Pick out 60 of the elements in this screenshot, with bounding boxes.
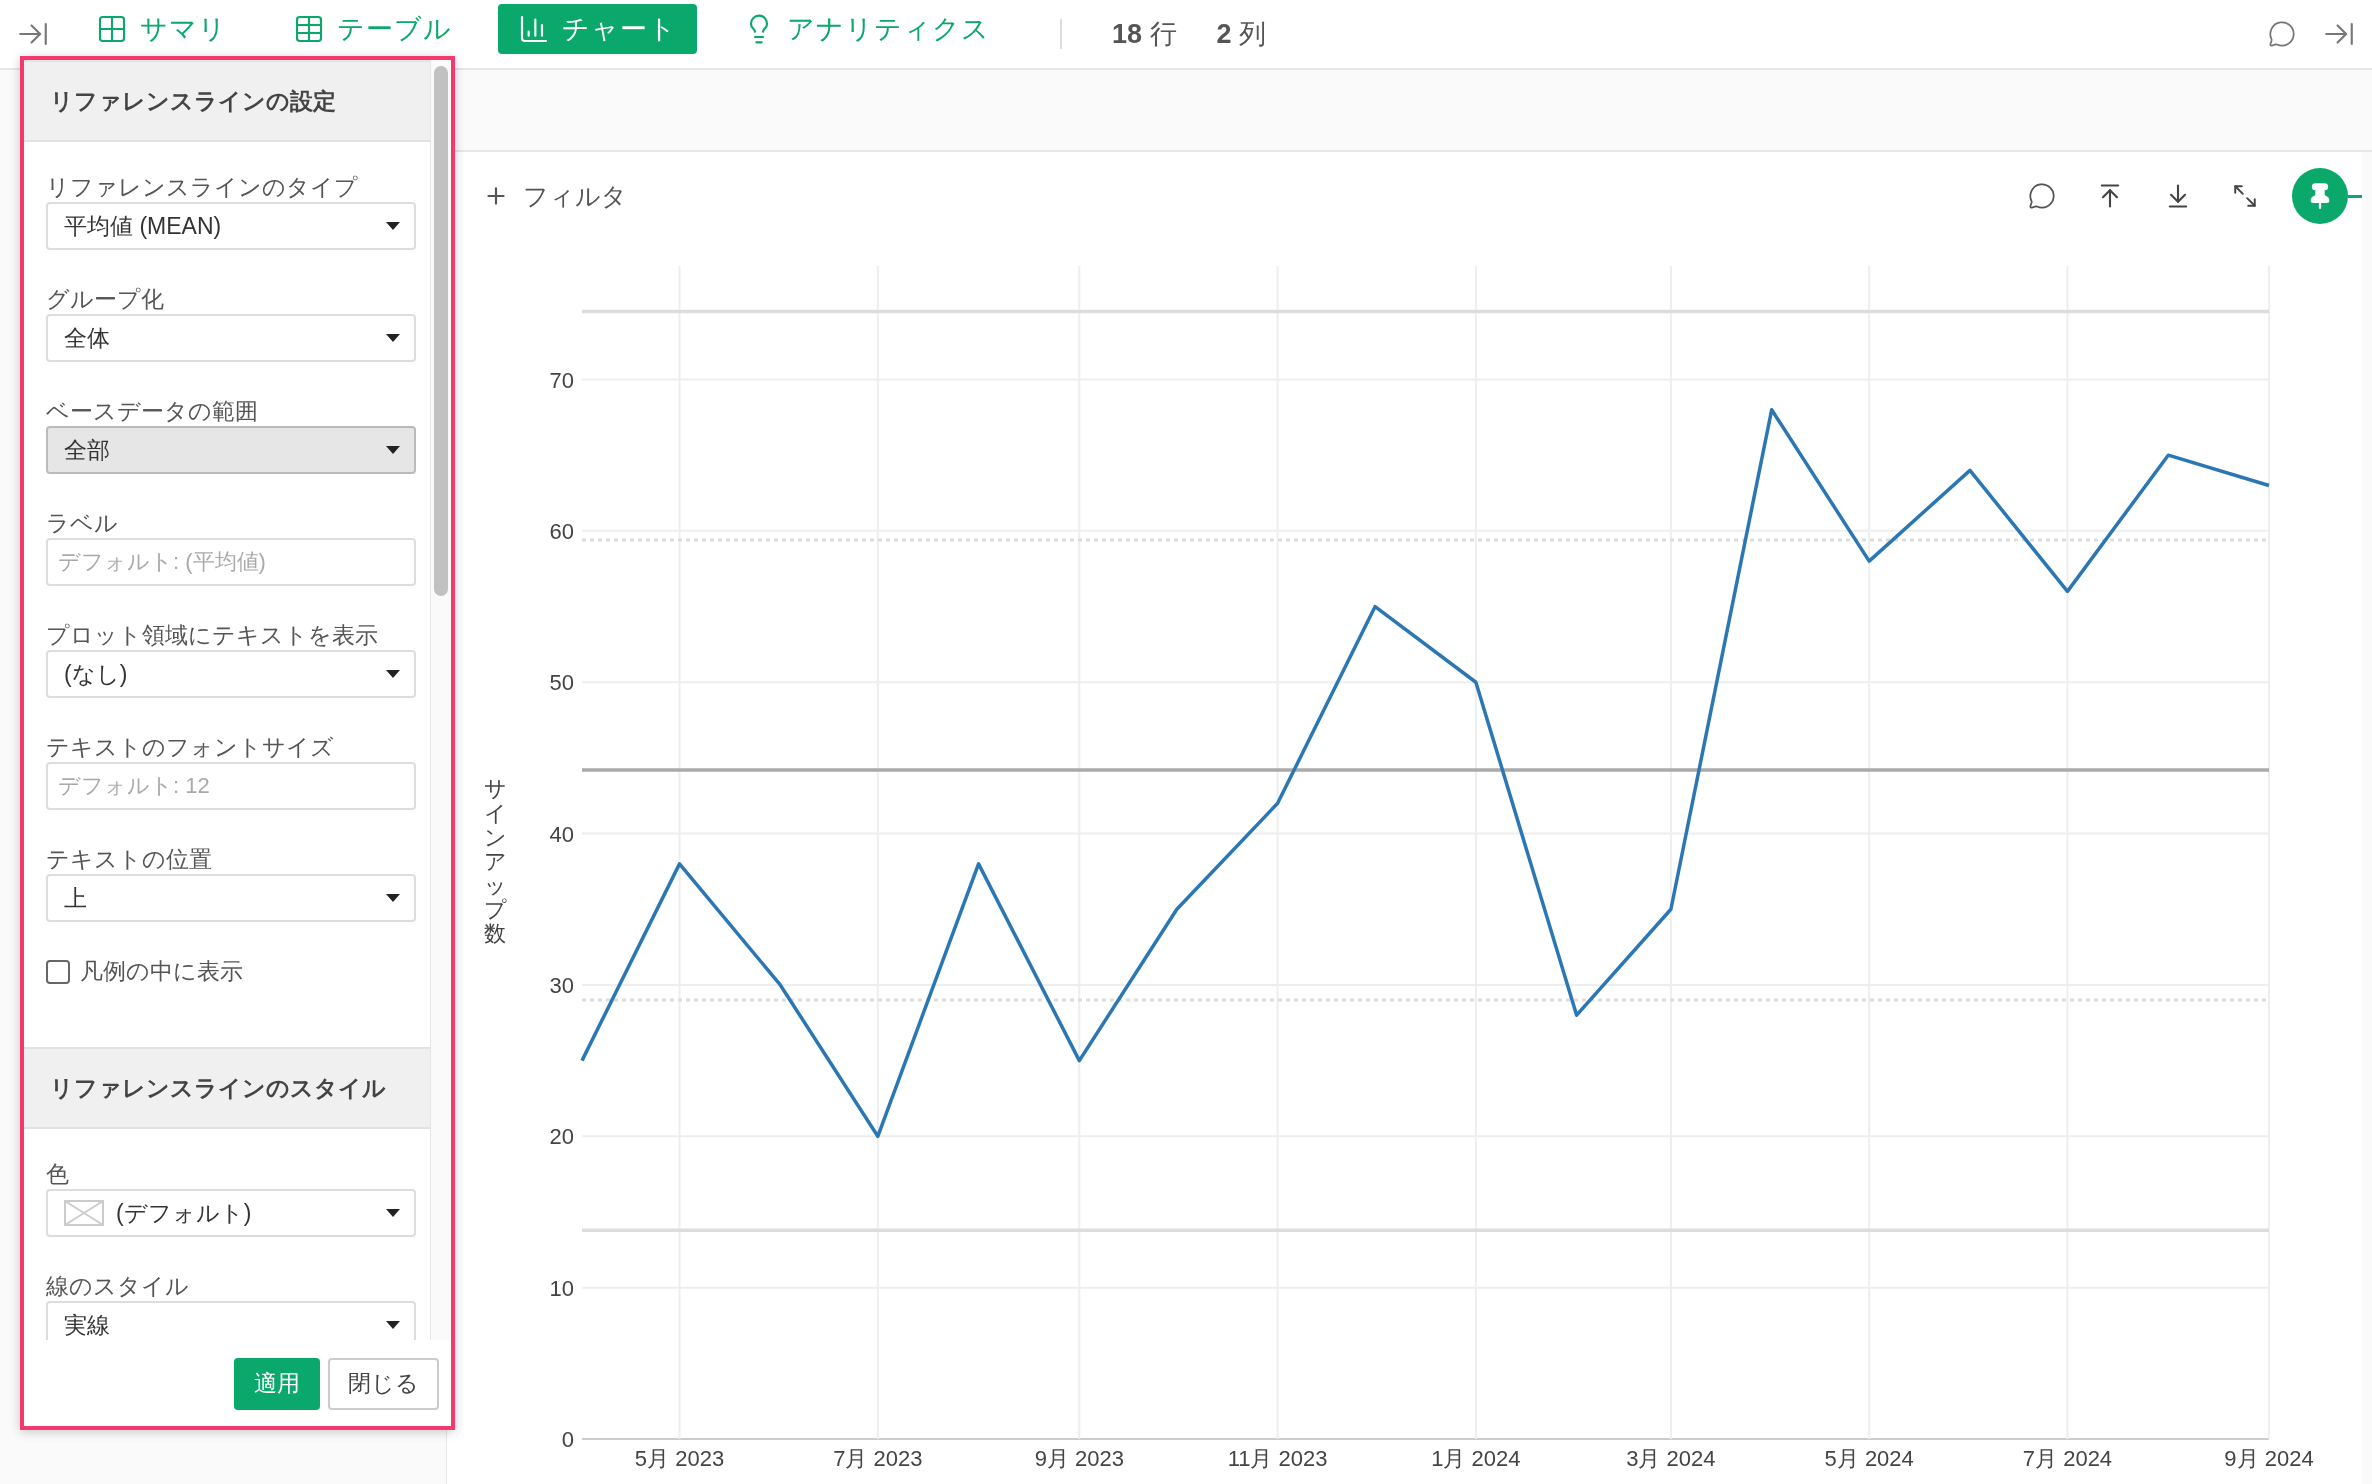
caret-icon [386, 1321, 400, 1329]
x-tick-label: 9月 2024 [2224, 1446, 2314, 1471]
field-label: テキストのフォントサイズ [46, 733, 335, 762]
y-tick-label: 70 [549, 367, 574, 393]
x-tick-label: 11月 2023 [1227, 1446, 1328, 1471]
y-tick-label: 20 [549, 1124, 574, 1150]
row-count: 18 行 [1112, 18, 1177, 51]
field-label: ラベル [46, 509, 119, 538]
section-title: リファレンスラインのスタイル [50, 1073, 386, 1103]
y-tick-label: 30 [549, 972, 574, 998]
caret-icon [386, 1209, 400, 1217]
input-field[interactable]: デフォルト: 12 [46, 762, 416, 810]
filter-button[interactable]: フィルタ [483, 179, 627, 213]
dropdown[interactable]: 平均値 (MEAN) [46, 202, 416, 250]
y-axis-label: サインアップ数 [483, 777, 506, 947]
dropdown[interactable]: 全部 [46, 426, 416, 474]
input-field[interactable]: デフォルト: (平均値) [46, 538, 416, 586]
dropdown[interactable]: (デフォルト) [46, 1189, 416, 1237]
y-tick-label: 40 [549, 821, 574, 847]
x-tick-label: 5月 2023 [634, 1446, 725, 1471]
bar-chart-icon [518, 13, 550, 45]
scrollbar-thumb[interactable] [434, 66, 448, 596]
caret-icon [386, 446, 400, 454]
y-tick-label: 60 [549, 518, 574, 544]
column-count: 2 列 [1216, 18, 1267, 51]
dropdown[interactable]: 実線 [46, 1301, 416, 1340]
x-tick-label: 1月 2024 [1431, 1446, 1521, 1471]
x-tick-label: 3月 2024 [1626, 1446, 1716, 1471]
color-swatch-icon [64, 1200, 104, 1226]
field-label: プロット領域にテキストを表示 [46, 621, 379, 650]
caret-icon [386, 222, 400, 230]
y-tick-label: 10 [549, 1275, 574, 1301]
field-label: ベースデータの範囲 [46, 397, 259, 426]
comment-icon[interactable] [2268, 20, 2296, 48]
y-tick-label: 0 [561, 1427, 574, 1452]
comment-icon[interactable] [2028, 182, 2056, 210]
x-tick-label: 9月 2023 [1034, 1446, 1124, 1471]
dropdown[interactable]: 上 [46, 874, 416, 922]
y-tick-label: 50 [549, 670, 574, 696]
expand-icon[interactable] [2232, 183, 2258, 209]
field-label: リファレンスラインのタイプ [46, 173, 359, 202]
field-label: 色 [46, 1160, 70, 1189]
section-title: リファレンスラインの設定 [50, 86, 336, 116]
caret-icon [386, 894, 400, 902]
checkbox[interactable] [46, 959, 70, 984]
dropdown[interactable]: (なし) [46, 650, 416, 698]
field-label: グループ化 [46, 285, 165, 314]
x-tick-label: 7月 2024 [2022, 1446, 2113, 1471]
field-label: 線のスタイル [46, 1272, 190, 1301]
pin-button[interactable] [2292, 168, 2348, 224]
x-tick-label: 5月 2024 [1824, 1446, 1914, 1471]
grid-icon [96, 13, 128, 45]
caret-icon [386, 334, 400, 342]
x-tick-label: 7月 2023 [833, 1446, 923, 1471]
caret-icon [386, 670, 400, 678]
field-label: テキストの位置 [46, 845, 213, 874]
close-button[interactable]: 閉じる [328, 1357, 439, 1410]
dropdown[interactable]: 全体 [46, 314, 416, 362]
table-icon [293, 13, 325, 45]
checkbox-label[interactable]: 凡例の中に表示 [46, 956, 416, 987]
